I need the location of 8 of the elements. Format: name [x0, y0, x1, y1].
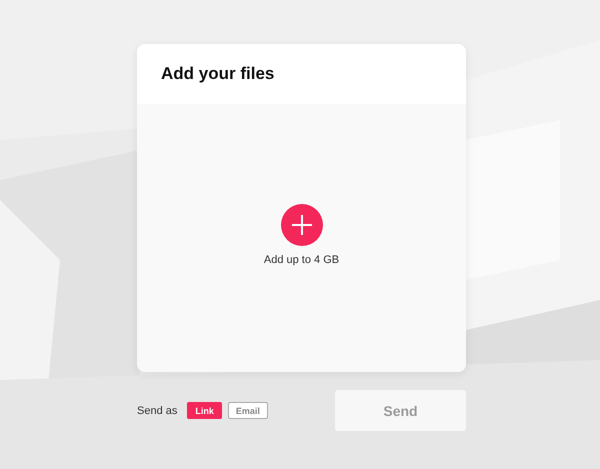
add-files-button[interactable] — [280, 204, 322, 246]
send-option-toggle[interactable]: Link — [187, 402, 222, 419]
send-option-toggle[interactable]: Email — [228, 402, 268, 419]
plus-icon — [290, 214, 312, 236]
send-as-label: Send as — [137, 404, 178, 416]
card-title: Add your files — [161, 64, 274, 84]
drop-area[interactable]: Add up to 4 GB — [137, 104, 466, 372]
upload-hint: Add up to 4 GB — [264, 254, 340, 266]
